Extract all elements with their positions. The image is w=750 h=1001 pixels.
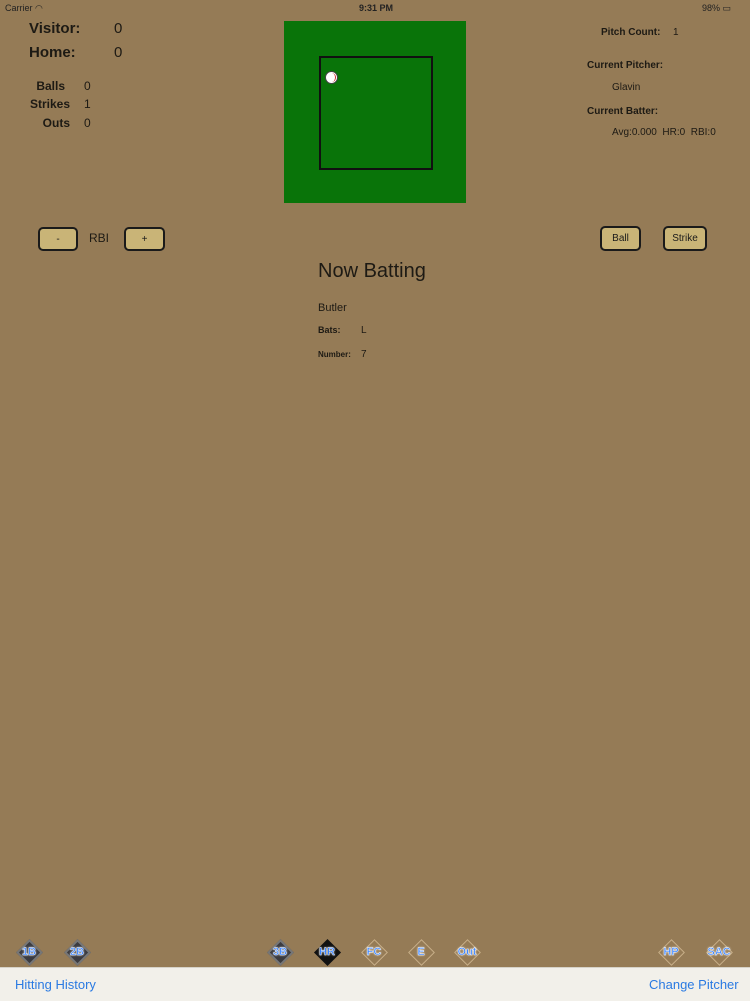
current-batter-label: Current Batter: <box>587 106 659 117</box>
batter-name: Butler <box>318 302 347 314</box>
carrier-label: Carrier ◠ <box>5 3 43 13</box>
home-run-button[interactable]: HR <box>312 937 342 967</box>
home-label: Home: <box>29 44 76 61</box>
balls-count: 0 <box>84 79 91 93</box>
hitting-history-link[interactable]: Hitting History <box>15 977 96 992</box>
pitch-count-value: 1 <box>673 27 679 38</box>
rbi-label: RBI <box>89 231 110 245</box>
current-pitcher-name: Glavin <box>612 82 641 93</box>
bats-label: Bats: <box>318 325 341 335</box>
hit-by-pitch-button[interactable]: HP <box>656 937 686 967</box>
battery-level: 98% ▭ <box>702 3 732 13</box>
fielders-choice-button[interactable]: FC <box>359 937 389 967</box>
ball-button[interactable]: Ball <box>600 226 641 251</box>
change-pitcher-link[interactable]: Change Pitcher <box>649 977 739 992</box>
balls-label: Balls <box>36 79 65 93</box>
home-score: 0 <box>114 44 123 61</box>
error-button[interactable]: E <box>406 937 436 967</box>
strikes-label: Strikes <box>29 97 70 111</box>
outs-count: 0 <box>84 116 91 130</box>
battery-icon: ▭ <box>722 3 732 13</box>
visitor-label: Visitor: <box>29 20 81 37</box>
out-button[interactable]: Out <box>452 937 482 967</box>
visitor-score: 0 <box>114 20 123 37</box>
rbi-plus-button[interactable]: + <box>124 227 165 251</box>
outs-label: Outs <box>42 116 70 130</box>
current-pitcher-label: Current Pitcher: <box>587 60 664 71</box>
rbi-minus-button[interactable]: - <box>38 227 78 251</box>
double-button[interactable]: 2B <box>62 937 92 967</box>
strikes-count: 1 <box>84 97 91 111</box>
number-label: Number: <box>318 350 351 359</box>
strike-button[interactable]: Strike <box>663 226 707 251</box>
triple-button[interactable]: 3B <box>265 937 295 967</box>
number-value: 7 <box>361 349 367 360</box>
now-batting-title: Now Batting <box>318 260 426 282</box>
clock: 9:31 PM <box>359 3 394 13</box>
pitch-count-label: Pitch Count: <box>601 27 661 38</box>
batter-stats: Avg:0.000 HR:0 RBI:0 <box>612 127 716 138</box>
baseball-icon <box>325 71 338 84</box>
wifi-icon: ◠ <box>35 3 43 13</box>
bats-value: L <box>361 325 367 336</box>
single-button[interactable]: 1B <box>14 937 44 967</box>
bottom-toolbar: Hitting History Change Pitcher <box>0 967 750 1001</box>
sacrifice-button[interactable]: SAC <box>704 937 734 967</box>
